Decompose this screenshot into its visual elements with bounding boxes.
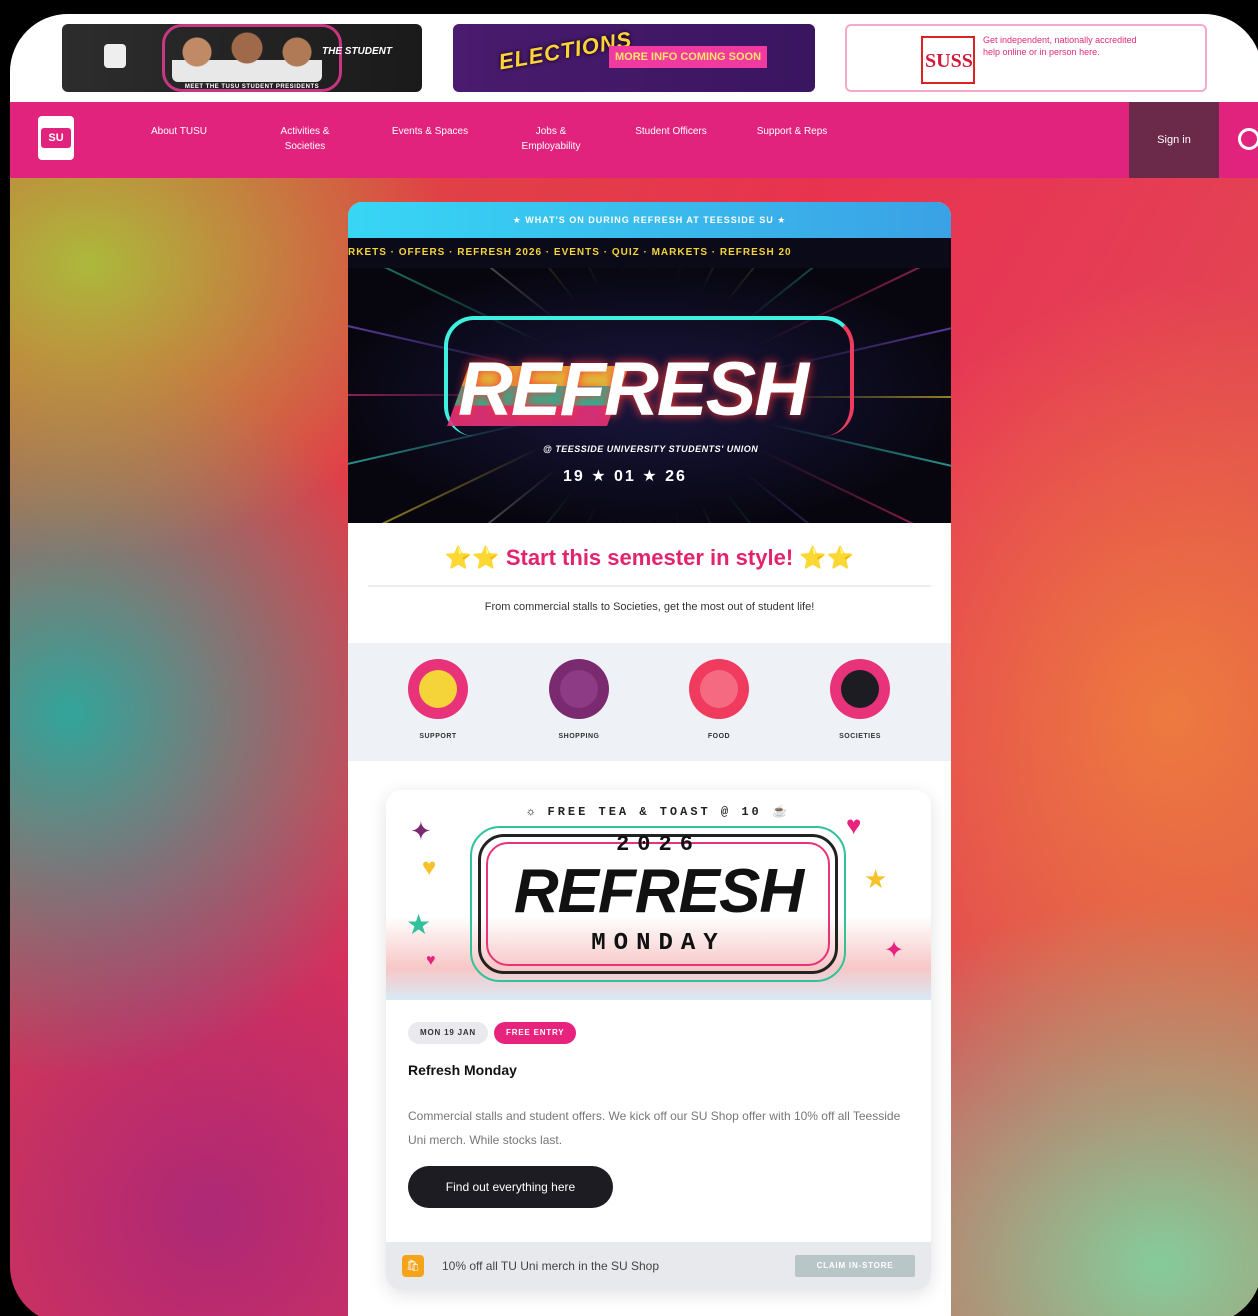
star-icon: ✦ — [410, 816, 432, 846]
sign-in-button[interactable]: Sign in — [1129, 102, 1219, 178]
offer-text: 10% off all TU Uni merch in the SU Shop — [442, 1259, 659, 1273]
nav-item-support[interactable]: Support & Reps — [747, 124, 837, 139]
ticker-strip: RKETS · OFFERS · REFRESH 2026 · EVENTS ·… — [348, 238, 951, 268]
category-label: SOCIETIES — [839, 733, 881, 740]
image-day: MONDAY — [591, 930, 726, 957]
claim-in-store-button[interactable]: CLAIM IN-STORE — [795, 1255, 915, 1277]
image-brand: REFRESH — [513, 857, 804, 926]
free-entry-badge: FREE ENTRY — [494, 1022, 577, 1044]
suss-logo-text: SUSS — [925, 50, 973, 72]
event-card: ☼ FREE TEA & TOAST @ 10 ☕ 2026 REFRESH M… — [386, 790, 931, 1290]
card-header: ★ WHAT'S ON DURING REFRESH AT TEESSIDE S… — [348, 202, 951, 238]
main-nav: SU About TUSU Activities & Societies Eve… — [10, 102, 1258, 178]
search-icon[interactable] — [1238, 128, 1258, 150]
heart-icon: ♥ — [426, 952, 436, 969]
nav-item-officers[interactable]: Student Officers — [626, 124, 716, 139]
top-banner-strip: THE STUDENT MEET THE TUSU STUDENT PRESID… — [10, 14, 1258, 102]
email-card: ★ WHAT'S ON DURING REFRESH AT TEESSIDE S… — [348, 202, 951, 1316]
category-label: FOOD — [707, 733, 731, 740]
category-food[interactable]: FOOD — [679, 659, 759, 740]
refresh-hero-image: REFRESH @ TEESSIDE UNIVERSITY STUDENTS' … — [348, 268, 951, 523]
event-title: Refresh Monday — [408, 1062, 517, 1078]
heart-icon: ♥ — [422, 854, 437, 881]
food-icon — [689, 659, 749, 719]
su-logo-icon[interactable]: SU — [38, 116, 74, 160]
shop-bag-icon: 🛍 — [402, 1255, 424, 1277]
star-icon: ★ — [406, 909, 432, 940]
hero-subtitle: @ TEESSIDE UNIVERSITY STUDENTS' UNION — [543, 444, 759, 454]
category-shopping[interactable]: SHOPPING — [539, 659, 619, 740]
event-tags: MON 19 JAN FREE ENTRY — [408, 1022, 582, 1044]
nav-item-activities[interactable]: Activities & Societies — [260, 124, 350, 154]
hero-date: 19 ★ 01 ★ 26 — [563, 468, 687, 485]
category-societies[interactable]: SOCIETIES — [820, 659, 900, 740]
presidents-caption: MEET THE TUSU STUDENT PRESIDENTS — [184, 84, 320, 90]
suss-text: Get independent, nationally accredited h… — [983, 35, 1137, 57]
headline: ⭐⭐ Start this semester in style! ⭐⭐ — [444, 545, 855, 570]
heart-icon: ♥ — [846, 810, 862, 840]
nav-item-jobs[interactable]: Jobs & Employability — [506, 124, 596, 154]
shopping-icon — [549, 659, 609, 719]
page-frame: THE STUDENT MEET THE TUSU STUDENT PRESID… — [10, 14, 1258, 1316]
refresh-monday-image: ☼ FREE TEA & TOAST @ 10 ☕ 2026 REFRESH M… — [386, 790, 931, 1000]
suss-logo-icon: SUSS — [921, 36, 975, 84]
su-logo-text: SU — [41, 128, 71, 148]
offer-bar: 🛍 10% off all TU Uni merch in the SU Sho… — [386, 1242, 931, 1290]
hero-brand: REFRESH — [458, 347, 809, 432]
suss-banner[interactable]: SUSS Get independent, nationally accredi… — [845, 24, 1207, 92]
star-icon: ★ — [864, 864, 888, 894]
star-icon: ✦ — [884, 937, 905, 964]
nav-item-events[interactable]: Events & Spaces — [385, 124, 475, 139]
category-row: SUPPORT SHOPPING FOOD SOCIETIES — [348, 643, 951, 761]
find-out-button[interactable]: Find out everything here — [408, 1166, 613, 1208]
date-tag: MON 19 JAN — [408, 1022, 489, 1044]
presidents-tag: THE STUDENT — [322, 46, 392, 57]
category-label: SHOPPING — [558, 733, 600, 740]
elections-cta: MORE INFO COMING SOON — [609, 46, 767, 68]
presidents-photo — [172, 30, 322, 82]
presidents-banner[interactable]: THE STUDENT MEET THE TUSU STUDENT PRESID… — [62, 24, 422, 92]
support-icon — [408, 659, 468, 719]
intro-text: From commercial stalls to Societies, get… — [484, 601, 815, 613]
category-support[interactable]: SUPPORT — [398, 659, 478, 740]
category-label: SUPPORT — [419, 733, 457, 740]
event-description: Commercial stalls and student offers. We… — [408, 1109, 901, 1147]
nav-item-about[interactable]: About TUSU — [134, 124, 224, 139]
tusu-logo-icon — [104, 44, 126, 68]
elections-banner[interactable]: ELECTIONS MORE INFO COMING SOON — [453, 24, 815, 92]
societies-icon — [830, 659, 890, 719]
